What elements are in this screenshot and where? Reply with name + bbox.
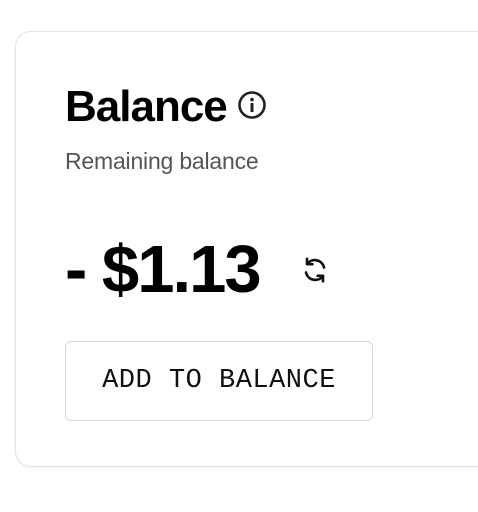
balance-amount: - $1.13 [65,232,262,307]
add-to-balance-button[interactable]: ADD TO BALANCE [65,341,373,421]
refresh-icon[interactable] [298,253,332,287]
info-icon[interactable] [237,90,267,120]
balance-title: Balance [65,82,228,131]
amount-row: - $1.13 [65,230,332,310]
balance-card: Balance Remaining balance - $1.13 ADD TO… [15,31,478,467]
title-row: Balance [65,82,267,132]
balance-subtitle: Remaining balance [65,148,259,174]
